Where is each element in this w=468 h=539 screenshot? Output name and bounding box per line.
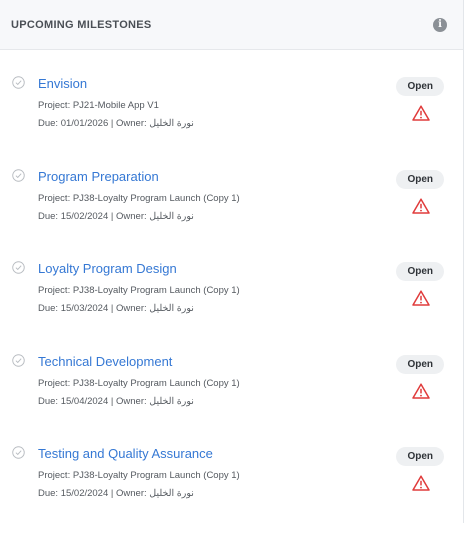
milestone-project: Project: PJ38-Loyalty Program Launch (Co…: [38, 377, 240, 389]
milestone-due-owner: Due: 15/02/2024 | Owner: نورة الخليل: [38, 488, 194, 499]
warning-triangle-icon: [412, 382, 430, 399]
milestone-project: Project: PJ38-Loyalty Program Launch (Co…: [38, 470, 240, 481]
milestones-panel: UPCOMING MILESTONES i Envision Project: …: [0, 0, 464, 523]
milestone-item: Testing and Quality Assurance Project: P…: [0, 446, 463, 539]
warning-triangle-icon: [412, 290, 430, 306]
milestone-due-owner: Due: 15/04/2024 | Owner: نورة الخليل: [38, 395, 194, 407]
panel-title: UPCOMING MILESTONES: [11, 18, 152, 31]
status-badge[interactable]: Open: [396, 169, 444, 189]
status-badge[interactable]: Open: [396, 262, 444, 281]
milestone-project: Project: PJ38-Loyalty Program Launch (Co…: [38, 192, 240, 204]
milestone-title[interactable]: Testing and Quality Assurance: [38, 446, 213, 461]
milestone-title[interactable]: Program Preparation: [38, 169, 159, 184]
warning-triangle-icon: [412, 475, 430, 491]
check-circle-icon[interactable]: [12, 261, 25, 274]
status-badge[interactable]: Open: [396, 354, 444, 374]
milestone-due-owner: Due: 01/01/2026 | Owner: نورة الخليل: [38, 118, 194, 129]
milestone-project: Project: PJ21-Mobile App V1: [38, 100, 159, 111]
milestone-due-owner: Due: 15/02/2024 | Owner: نورة الخليل: [38, 210, 194, 222]
check-circle-icon[interactable]: [12, 446, 25, 459]
milestone-title[interactable]: Loyalty Program Design: [38, 261, 177, 276]
check-circle-icon[interactable]: [12, 168, 25, 182]
milestone-title[interactable]: Envision: [38, 76, 87, 91]
milestone-item: Envision Project: PJ21-Mobile App V1 Due…: [0, 76, 463, 169]
warning-triangle-icon: [412, 197, 430, 214]
milestone-item: Loyalty Program Design Project: PJ38-Loy…: [0, 261, 463, 354]
check-circle-icon[interactable]: [12, 353, 25, 367]
milestone-title[interactable]: Technical Development: [38, 354, 172, 369]
info-icon[interactable]: i: [433, 17, 447, 32]
milestone-item: Technical Development Project: PJ38-Loya…: [0, 354, 463, 447]
panel-header: UPCOMING MILESTONES i: [0, 0, 463, 50]
milestone-project: Project: PJ38-Loyalty Program Launch (Co…: [38, 285, 240, 296]
warning-triangle-icon: [412, 105, 430, 121]
check-circle-icon[interactable]: [12, 76, 25, 89]
status-badge[interactable]: Open: [396, 447, 444, 466]
milestone-due-owner: Due: 15/03/2024 | Owner: نورة الخليل: [38, 303, 194, 314]
status-badge[interactable]: Open: [396, 77, 444, 96]
milestone-item: Program Preparation Project: PJ38-Loyalt…: [0, 169, 463, 262]
milestone-list: Envision Project: PJ21-Mobile App V1 Due…: [0, 50, 463, 539]
